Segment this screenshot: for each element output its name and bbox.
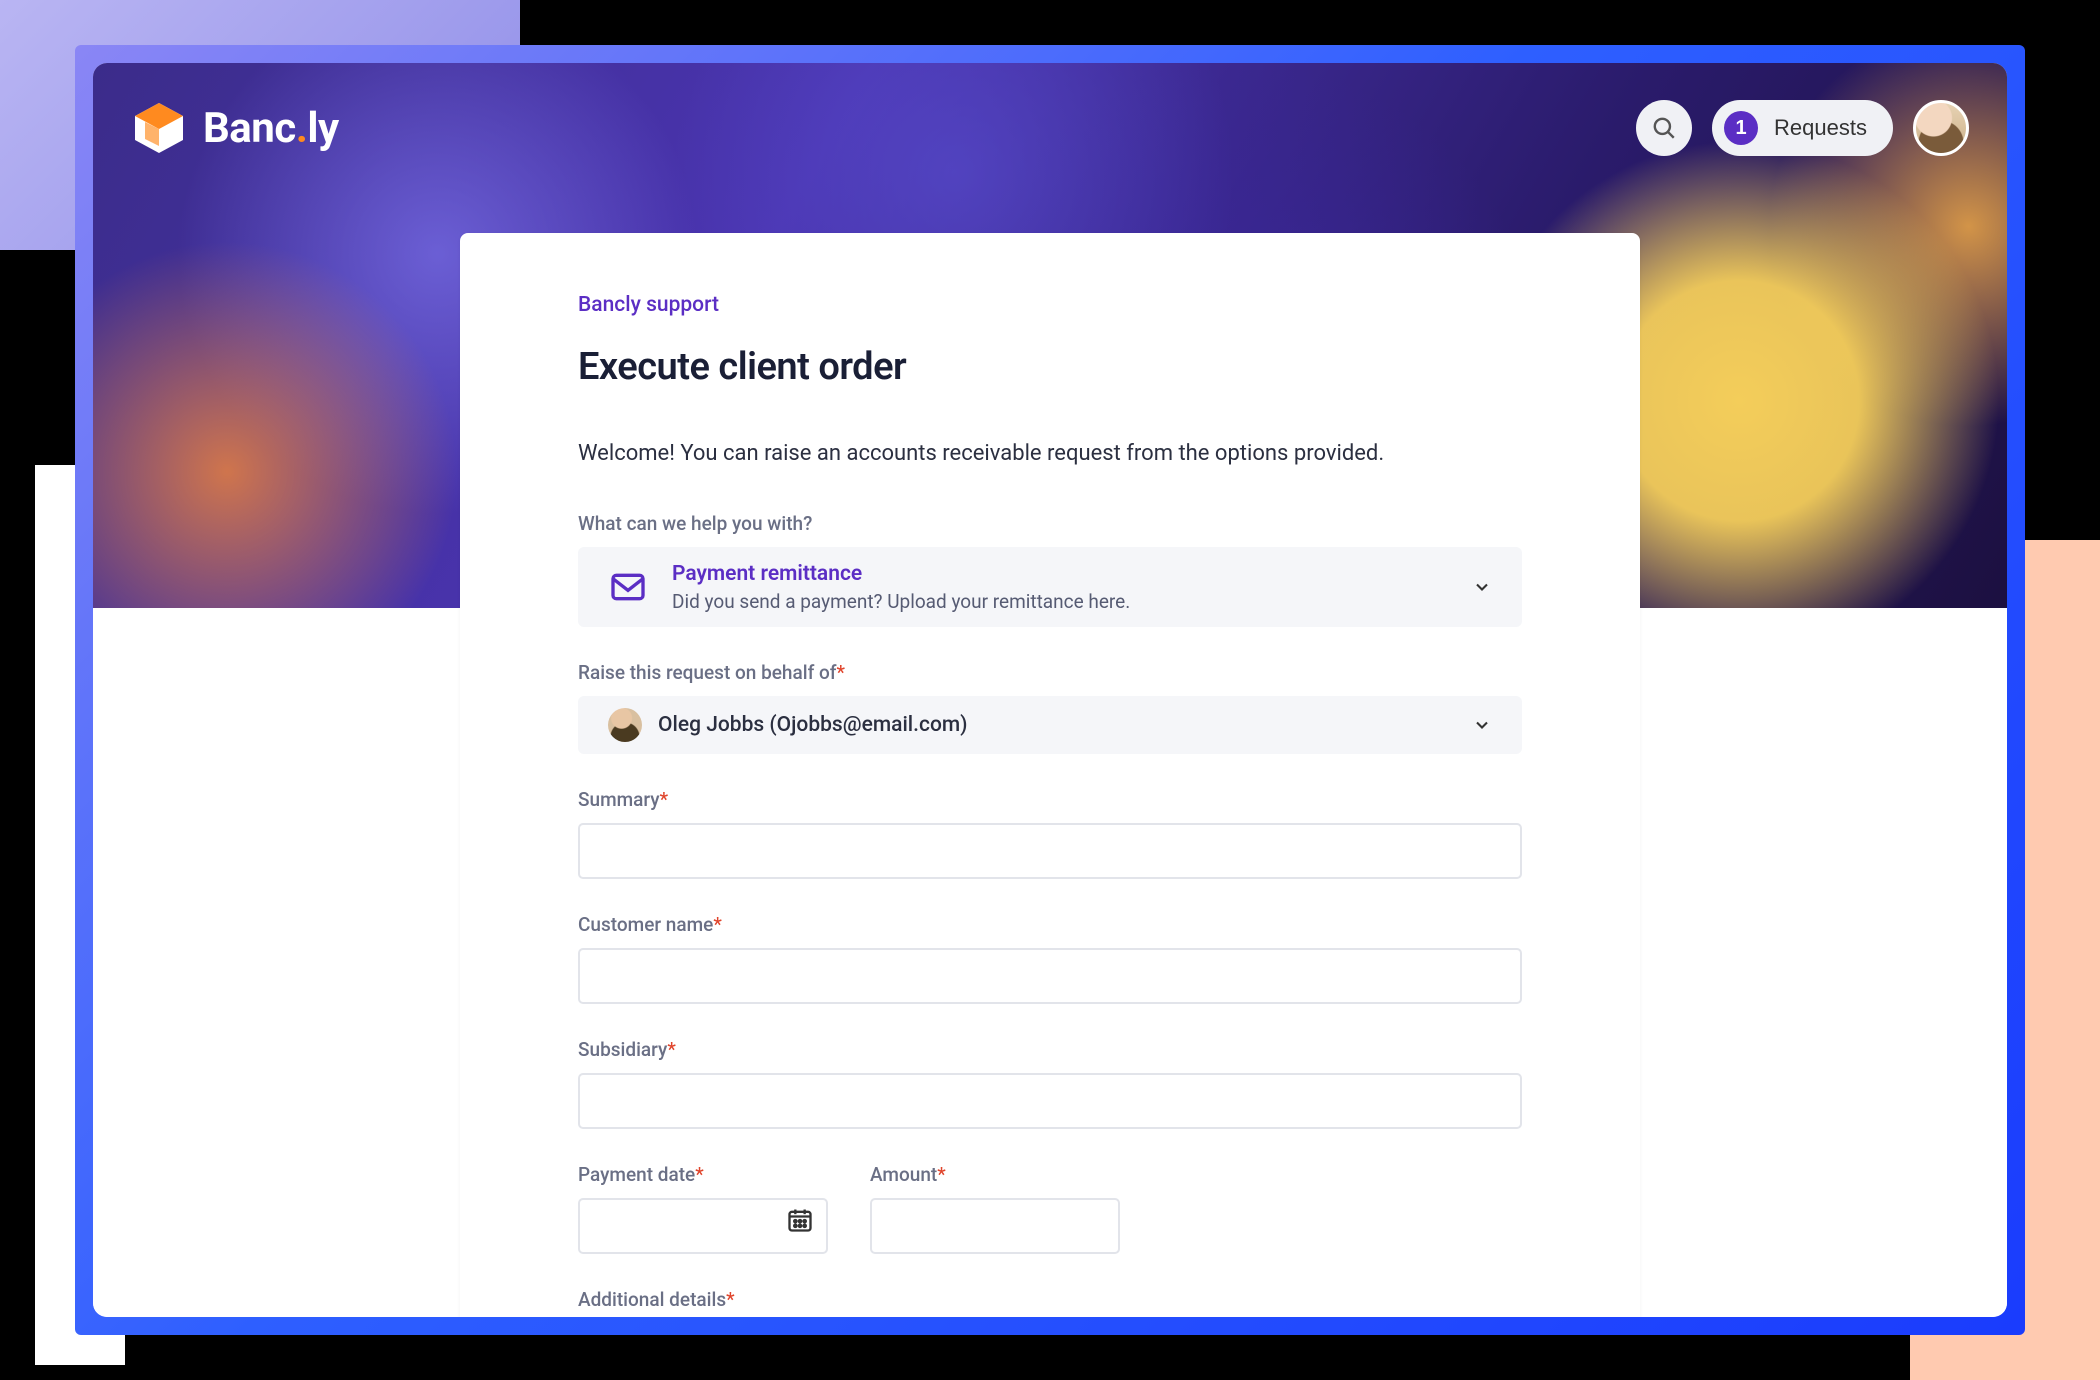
help-option-select[interactable]: Payment remittance Did you send a paymen… <box>578 547 1522 627</box>
payment-date-label: Payment date* <box>578 1163 828 1186</box>
brand-name: Banc.ly <box>203 104 339 153</box>
summary-label: Summary* <box>578 788 1522 811</box>
form-card: Bancly support Execute client order Welc… <box>460 233 1640 1317</box>
help-option-title: Payment remittance <box>672 562 1130 586</box>
behalf-of-select[interactable]: Oleg Jobbs (Ojobbs@email.com) <box>578 696 1522 754</box>
behalf-of-label: Raise this request on behalf of* <box>578 661 1522 684</box>
requests-count-badge: 1 <box>1724 111 1758 145</box>
mail-icon <box>608 567 648 607</box>
search-icon <box>1651 115 1677 141</box>
app-window: Banc.ly 1 Requests <box>93 63 2007 1317</box>
brand-logo-icon <box>131 100 187 156</box>
additional-details-label: Additional details* <box>578 1288 1522 1311</box>
customer-name-label: Customer name* <box>578 913 1522 936</box>
amount-label: Amount* <box>870 1163 1120 1186</box>
page-title: Execute client order <box>578 345 1522 389</box>
summary-input[interactable] <box>578 823 1522 879</box>
intro-text: Welcome! You can raise an accounts recei… <box>578 437 1522 470</box>
breadcrumb-link[interactable]: Bancly support <box>578 293 719 317</box>
behalf-person-name: Oleg Jobbs (Ojobbs@email.com) <box>658 713 968 737</box>
amount-input[interactable] <box>870 1198 1120 1254</box>
behalf-person-avatar <box>608 708 642 742</box>
user-avatar[interactable] <box>1913 100 1969 156</box>
payment-date-input[interactable] <box>578 1198 828 1254</box>
search-button[interactable] <box>1636 100 1692 156</box>
chevron-down-icon <box>1472 715 1492 735</box>
subsidiary-input[interactable] <box>578 1073 1522 1129</box>
customer-name-input[interactable] <box>578 948 1522 1004</box>
outer-frame: Banc.ly 1 Requests <box>75 45 2025 1335</box>
topbar: Banc.ly 1 Requests <box>93 63 2007 193</box>
requests-button[interactable]: 1 Requests <box>1712 100 1893 156</box>
help-with-label: What can we help you with? <box>578 512 1522 535</box>
requests-label: Requests <box>1774 115 1867 141</box>
chevron-down-icon <box>1472 577 1492 597</box>
brand[interactable]: Banc.ly <box>131 100 339 156</box>
help-option-subtitle: Did you send a payment? Upload your remi… <box>672 590 1130 613</box>
subsidiary-label: Subsidiary* <box>578 1038 1522 1061</box>
